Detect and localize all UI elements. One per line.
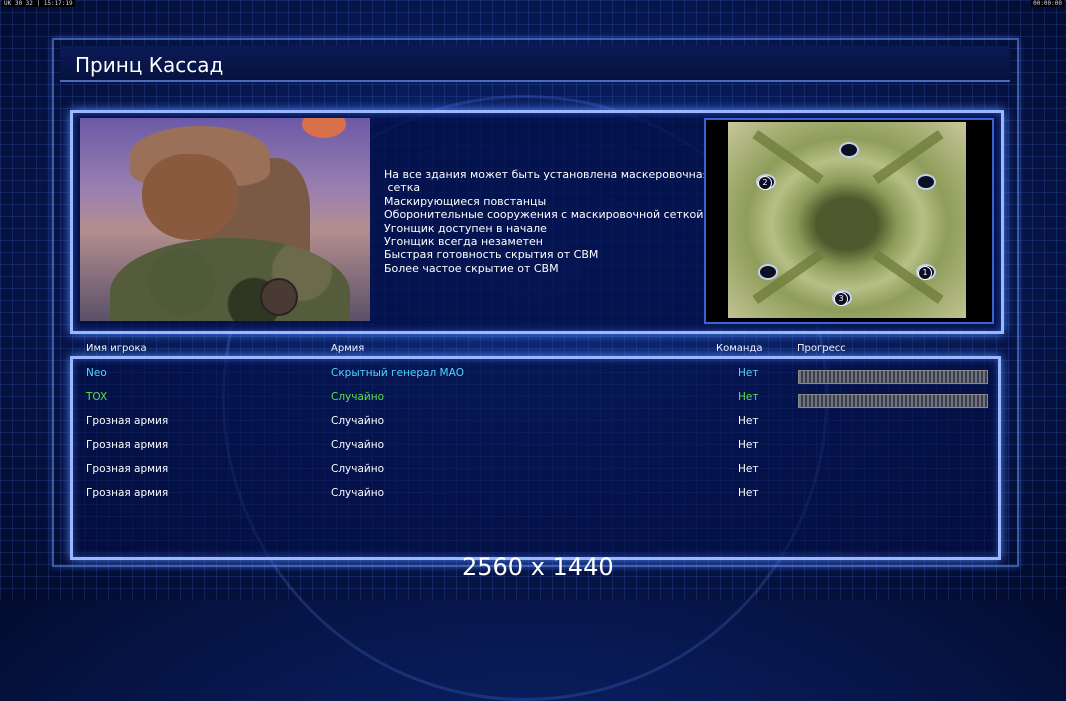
map-preview[interactable]: 2 1 3 <box>704 118 994 324</box>
player-name: Грозная армия <box>86 463 169 475</box>
general-portrait <box>80 118 370 321</box>
description-line: Маскирующиеся повстанцы <box>384 194 547 208</box>
description-line: Угонщик всегда незаметен <box>384 235 543 249</box>
header-progress: Прогресс <box>797 343 846 354</box>
table-row[interactable]: Грозная армия Случайно Нет <box>86 487 986 503</box>
map-terrain: 2 1 3 <box>728 122 966 318</box>
player-army: Скрытный генерал МАО <box>331 367 465 379</box>
player-army: Случайно <box>331 391 385 403</box>
player-army: Случайно <box>331 487 385 499</box>
description-line: Быстрая готовность скрытия от СВМ <box>384 248 599 262</box>
progress-bar <box>798 394 988 408</box>
table-row[interactable]: Грозная армия Случайно Нет <box>86 463 986 479</box>
status-right: 00:00:00 <box>1031 0 1064 7</box>
description-line: сетка <box>384 181 421 195</box>
start-marker-1: 1 <box>918 266 932 280</box>
portrait-body <box>110 238 350 321</box>
player-name: Грозная армия <box>86 487 169 499</box>
status-bar: UK 30 32 | 15:17:19 00:00:00 <box>0 0 1066 8</box>
player-team: Нет <box>738 463 759 475</box>
table-row[interactable]: Грозная армия Случайно Нет <box>86 439 986 455</box>
player-name: Грозная армия <box>86 439 169 451</box>
description-line: Более частое скрытие от СВМ <box>384 261 559 275</box>
map-start-position <box>758 264 778 280</box>
header-army: Армия <box>331 343 365 354</box>
table-row[interactable]: Грозная армия Случайно Нет <box>86 415 986 431</box>
status-left: UK 30 32 | 15:17:19 <box>2 0 75 7</box>
sunset-sun <box>302 118 346 138</box>
player-name: TOX <box>86 391 108 403</box>
table-row[interactable]: TOX Случайно Нет <box>86 391 988 408</box>
player-team: Нет <box>738 487 759 499</box>
map-start-position <box>916 174 936 190</box>
player-name: Грозная армия <box>86 415 169 427</box>
player-army: Случайно <box>331 415 385 427</box>
header-team: Команда <box>716 343 763 354</box>
map-start-position <box>839 142 859 158</box>
page-title: Принц Кассад <box>75 53 224 77</box>
player-army: Случайно <box>331 439 385 451</box>
description-line: На все здания может быть установлена мас… <box>384 168 710 181</box>
players-table <box>70 356 1001 560</box>
player-name: Neo <box>86 367 107 379</box>
player-team: Нет <box>738 439 759 451</box>
grenade-icon <box>260 278 298 316</box>
description-line: Угонщик доступен в начале <box>384 221 547 235</box>
general-description: На все здания может быть установлена мас… <box>384 168 710 275</box>
portrait-face <box>142 154 238 240</box>
description-line: Оборонительные сооружения с маскировочно… <box>384 208 704 222</box>
header-player-name: Имя игрока <box>86 343 147 354</box>
start-marker-2: 2 <box>758 176 772 190</box>
table-row[interactable]: Neo Скрытный генерал МАО Нет <box>86 367 988 384</box>
start-marker-3: 3 <box>834 292 848 306</box>
player-team: Нет <box>738 391 759 403</box>
player-team: Нет <box>738 367 759 379</box>
player-team: Нет <box>738 415 759 427</box>
progress-bar <box>798 370 988 384</box>
player-army: Случайно <box>331 463 385 475</box>
resolution-caption: 2560 x 1440 <box>462 553 614 581</box>
